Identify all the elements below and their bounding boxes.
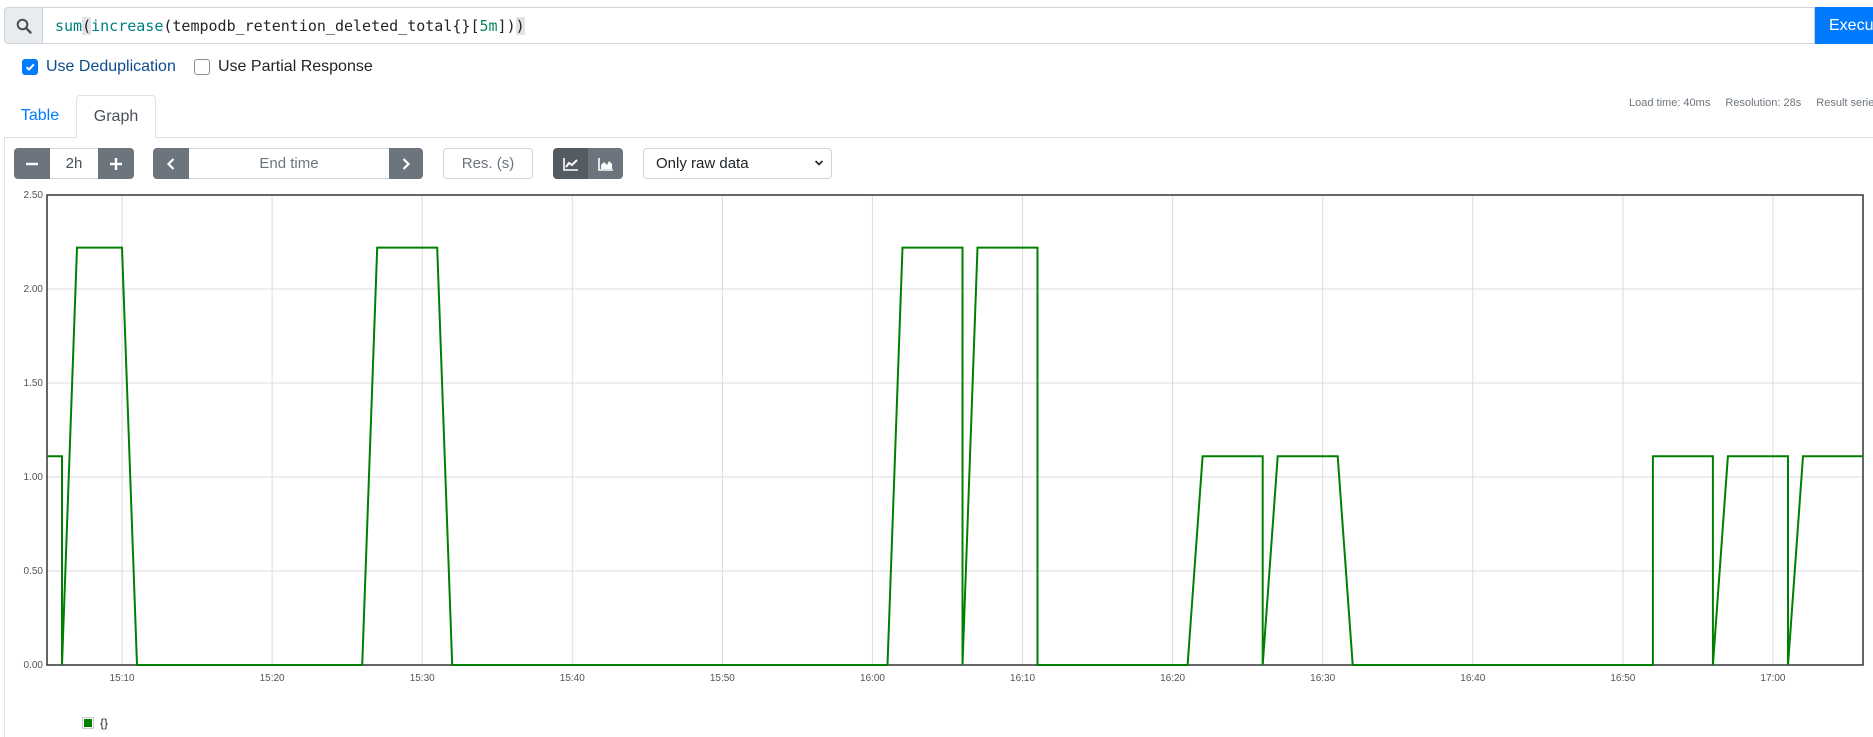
tab-table[interactable]: Table xyxy=(4,95,76,137)
area-chart-icon xyxy=(597,157,613,171)
check-icon xyxy=(25,63,35,72)
chevron-right-icon xyxy=(402,157,411,170)
x-tick-label: 16:50 xyxy=(1610,673,1635,684)
legend-item[interactable]: {} xyxy=(82,716,108,730)
y-tick-label: 1.00 xyxy=(24,472,44,483)
expression-input[interactable]: sum(increase(tempodb_retention_deleted_t… xyxy=(43,7,1815,44)
use-deduplication-option[interactable]: Use Deduplication xyxy=(22,57,176,77)
x-tick-label: 16:00 xyxy=(860,673,885,684)
minus-icon xyxy=(26,162,38,165)
use-deduplication-label: Use Deduplication xyxy=(46,58,176,75)
plus-icon xyxy=(110,157,122,170)
search-icon xyxy=(16,18,32,34)
chevron-down-icon xyxy=(814,160,824,166)
result-series: Result series: 1 xyxy=(1816,97,1873,109)
execute-button[interactable]: Execute xyxy=(1815,7,1873,44)
line-chart-icon xyxy=(562,157,578,171)
downsampling-value: Only raw data xyxy=(656,155,749,172)
tab-graph[interactable]: Graph xyxy=(76,95,156,138)
unstacked-graph-button[interactable] xyxy=(553,148,588,179)
range-decrease-button[interactable] xyxy=(14,148,50,179)
use-partial-response-label: Use Partial Response xyxy=(218,58,373,75)
use-deduplication-checkbox[interactable] xyxy=(22,59,38,75)
y-tick-label: 2.00 xyxy=(24,284,44,295)
tab-bar: Table Graph xyxy=(4,95,1873,138)
range-increase-button[interactable] xyxy=(98,148,134,179)
x-tick-label: 16:30 xyxy=(1310,673,1335,684)
x-tick-label: 16:10 xyxy=(1010,673,1035,684)
plot-frame xyxy=(46,194,1864,666)
x-tick-label: 15:10 xyxy=(110,673,135,684)
stacked-graph-button[interactable] xyxy=(588,148,623,179)
downsampling-select[interactable]: Only raw data xyxy=(643,148,832,179)
x-tick-label: 16:40 xyxy=(1460,673,1485,684)
x-tick-label: 16:20 xyxy=(1160,673,1185,684)
y-tick-label: 0.00 xyxy=(24,660,44,671)
x-tick-label: 15:50 xyxy=(710,673,735,684)
range-input[interactable]: 2h xyxy=(50,148,98,179)
time-series-chart: 0.00 0.50 1.00 1.50 2.00 2.50 15:10 15:20 15:30 1… xyxy=(24,190,1864,684)
y-tick-label: 0.50 xyxy=(24,566,44,577)
end-time-input[interactable]: End time xyxy=(189,148,389,179)
legend-swatch xyxy=(82,717,94,729)
series-line xyxy=(47,246,1863,666)
x-tick-label: 15:40 xyxy=(560,673,585,684)
use-partial-response-option[interactable]: Use Partial Response xyxy=(194,57,373,77)
search-button[interactable] xyxy=(4,7,43,44)
end-time-back-button[interactable] xyxy=(153,148,189,179)
query-bar: sum(increase(tempodb_retention_deleted_t… xyxy=(4,7,1873,44)
x-tick-label: 15:30 xyxy=(410,673,435,684)
legend-label: {} xyxy=(100,716,109,730)
x-tick-label: 15:20 xyxy=(260,673,285,684)
load-time: Load time: 40ms xyxy=(1629,97,1711,109)
resolution: Resolution: 28s xyxy=(1725,97,1802,109)
resolution-input[interactable]: Res. (s) xyxy=(443,148,533,179)
y-tick-label: 2.50 xyxy=(24,190,44,201)
query-stats: Load time: 40ms Resolution: 28s Result s… xyxy=(1629,97,1873,109)
x-tick-label: 17:00 xyxy=(1760,673,1785,684)
end-time-forward-button[interactable] xyxy=(389,148,423,179)
chevron-left-icon xyxy=(166,157,175,170)
use-partial-response-checkbox[interactable] xyxy=(194,59,210,75)
y-tick-label: 1.50 xyxy=(24,378,44,389)
